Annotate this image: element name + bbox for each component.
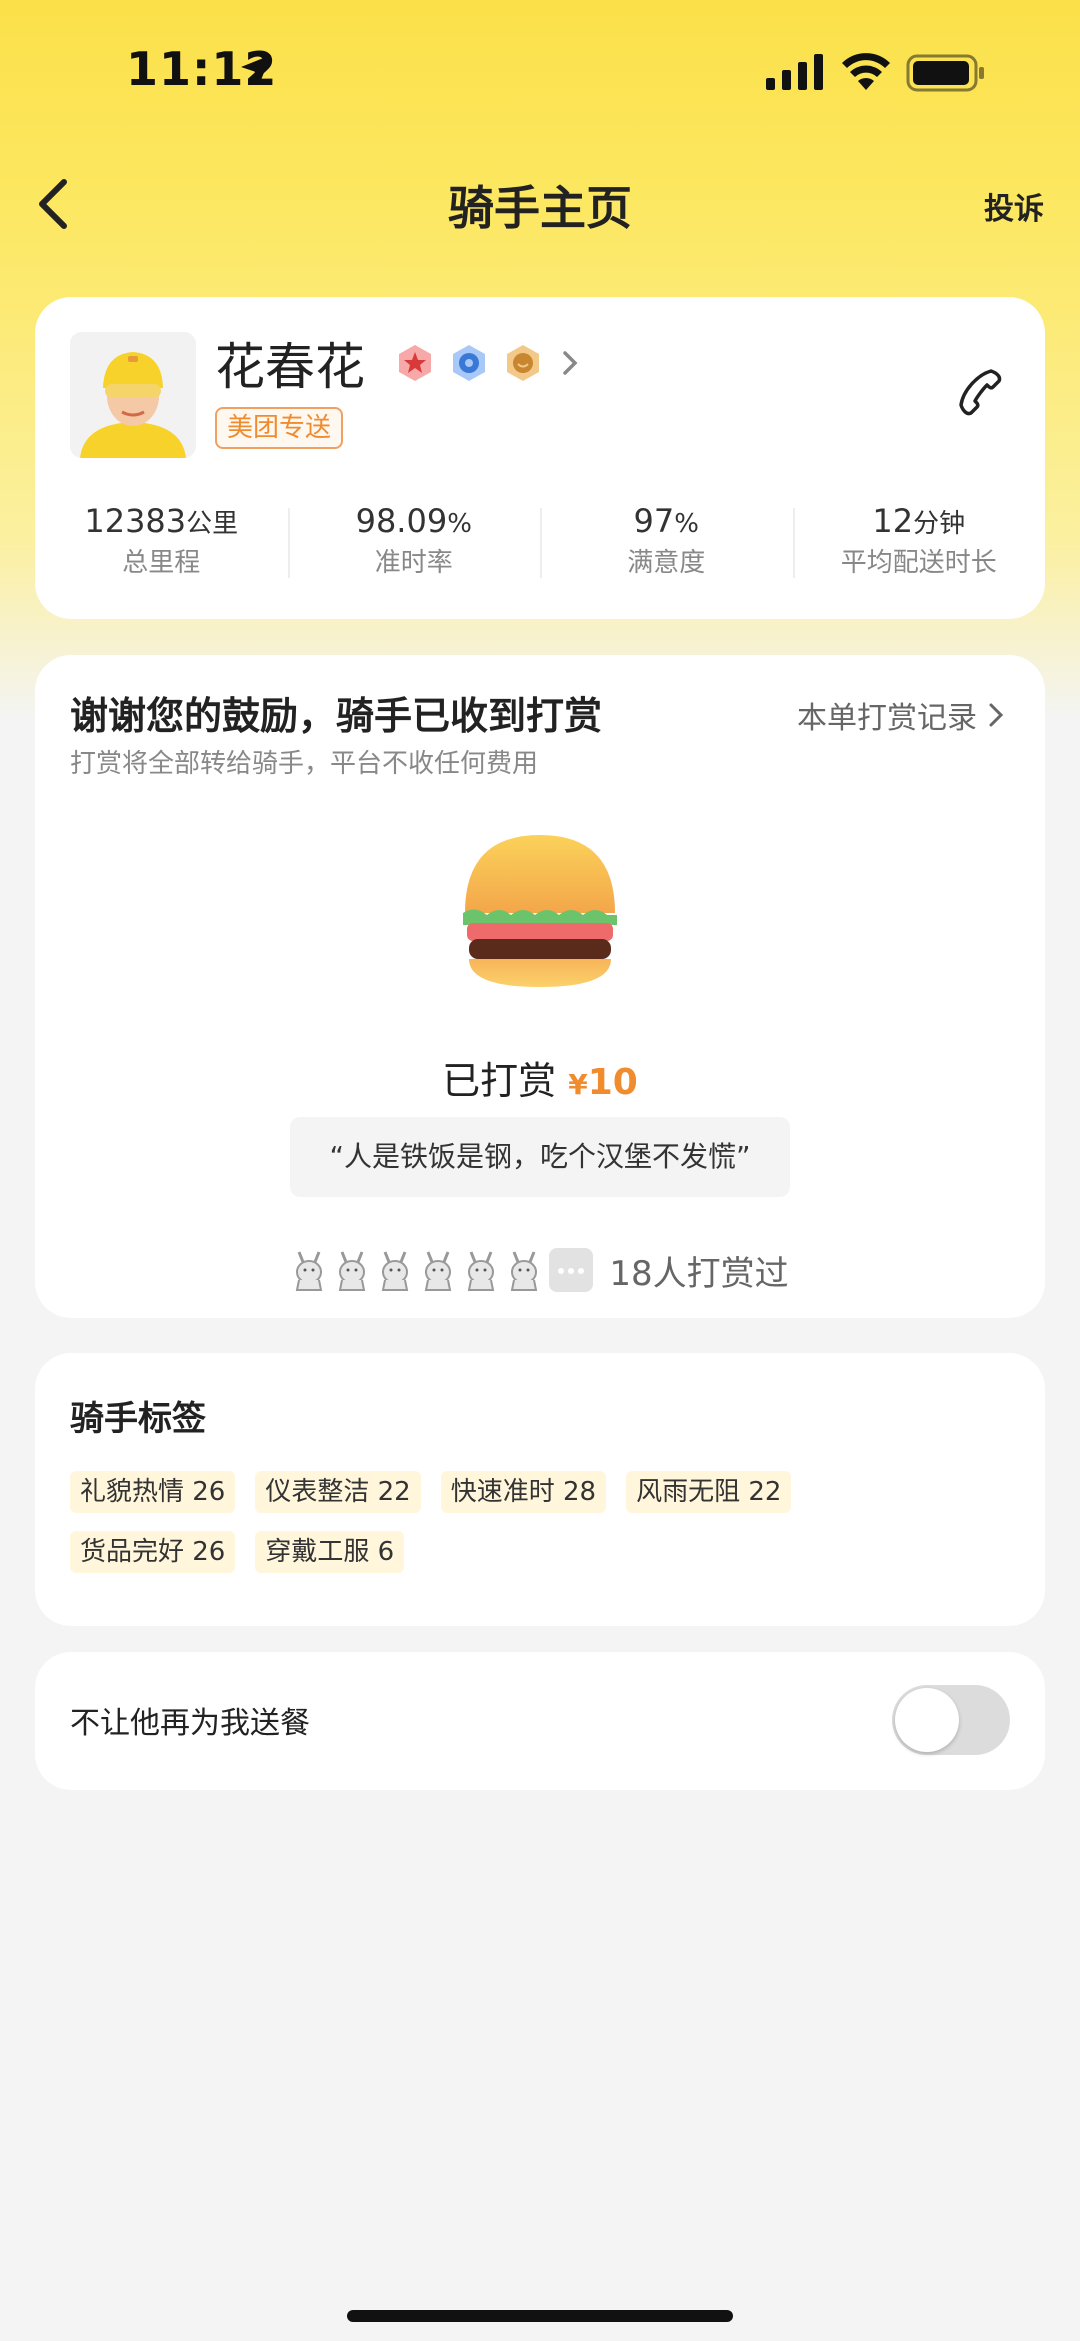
tipped-amount: 已打赏 ¥10	[35, 1050, 1045, 1105]
location-arrow-icon	[241, 55, 271, 85]
tipper-avatar-icon	[382, 1251, 409, 1291]
stat-label: 准时率	[374, 548, 453, 578]
tip-card: 谢谢您的鼓励，骑手已收到打赏 打赏将全部转给骑手，平台不收任何费用 本单打赏记录…	[35, 655, 1045, 1318]
rider-tags-card: 骑手标签 礼貌热情 26 仪表整洁 22 快速准时 28 风雨无阻 22 货品完…	[35, 1353, 1045, 1626]
stat-satisfaction: 97% 满意度	[540, 502, 793, 592]
tipper-count: 18人打赏过	[609, 1253, 789, 1294]
stat-unit: 公里	[186, 509, 239, 539]
wifi-icon	[842, 53, 890, 90]
stat-unit: %	[447, 509, 472, 539]
tipped-label: 已打赏	[442, 1059, 557, 1103]
rider-stats: 12383公里 总里程 98.09% 准时率 97% 满意度 12分钟 平均配送…	[35, 502, 1045, 592]
tag-list: 礼貌热情 26 仪表整洁 22 快速准时 28 风雨无阻 22 货品完好 26 …	[70, 1471, 930, 1591]
tip-record-label: 本单打赏记录	[797, 701, 977, 736]
rider-card: 花春花 美团专送 12383公里 总里程 98.09% 准时率 97% 满意度 …	[35, 297, 1045, 619]
home-indicator[interactable]	[347, 2310, 733, 2322]
badge-list[interactable]	[395, 341, 583, 385]
chevron-right-icon	[563, 351, 578, 375]
delivery-brand-tag: 美团专送	[215, 407, 344, 449]
rider-avatar-icon	[70, 332, 196, 458]
avatar	[70, 332, 196, 458]
stat-ontime: 98.09% 准时率	[287, 502, 541, 592]
page-title: 骑手主页	[448, 181, 632, 235]
rider-tag: 仪表整洁 22	[255, 1471, 421, 1513]
rider-tag: 穿戴工服 6	[255, 1531, 405, 1573]
stat-label: 满意度	[627, 548, 706, 578]
stat-unit: %	[674, 509, 699, 539]
block-rider-card: 不让他再为我送餐	[35, 1652, 1045, 1790]
stat-value: 98.09	[355, 502, 448, 540]
tags-title: 骑手标签	[70, 1399, 206, 1439]
tip-subtitle: 打赏将全部转给骑手，平台不收任何费用	[70, 749, 539, 779]
tipper-avatar-icon	[468, 1251, 495, 1291]
phone-icon[interactable]	[953, 365, 1009, 421]
complain-button[interactable]: 投诉	[984, 184, 1044, 228]
tipper-avatar-icon	[296, 1251, 323, 1291]
more-dots-icon	[549, 1248, 594, 1292]
block-rider-toggle[interactable]	[892, 1685, 1010, 1755]
rider-tag: 礼貌热情 26	[70, 1471, 236, 1513]
stat-unit: 分钟	[913, 509, 966, 539]
rider-tag: 货品完好 26	[70, 1531, 236, 1573]
bronze-badge-icon	[507, 345, 539, 381]
blue-badge-icon	[453, 345, 485, 381]
status-bar: 11:12	[0, 0, 1080, 140]
currency-symbol: ¥	[568, 1068, 588, 1101]
battery-icon	[906, 54, 984, 92]
stat-value: 12	[872, 502, 914, 540]
tipper-list[interactable]: 18人打赏过	[35, 1240, 1045, 1300]
toggle-knob	[895, 1688, 959, 1752]
tip-amount: 10	[587, 1062, 638, 1103]
rider-tag: 快速准时 28	[440, 1471, 607, 1513]
stat-label: 平均配送时长	[840, 548, 997, 578]
stat-distance: 12383公里 总里程	[35, 502, 288, 592]
stat-avg-time: 12分钟 平均配送时长	[792, 502, 1046, 592]
cellular-signal-icon	[766, 54, 823, 90]
tipper-avatar-icon	[511, 1251, 538, 1291]
tipper-avatar-icon	[425, 1251, 452, 1291]
stat-value: 97	[633, 502, 675, 540]
chevron-right-icon	[989, 703, 1004, 727]
tip-quote: “人是铁饭是钢，吃个汉堡不发慌”	[290, 1117, 790, 1197]
red-star-badge-icon	[399, 345, 431, 381]
tipper-avatar-icon	[339, 1251, 366, 1291]
stat-value: 12383	[84, 502, 187, 540]
rider-tag: 风雨无阻 22	[626, 1471, 792, 1513]
tip-record-link[interactable]: 本单打赏记录	[797, 693, 1005, 737]
block-rider-label: 不让他再为我送餐	[70, 1706, 310, 1741]
burger-icon	[463, 835, 617, 987]
stat-label: 总里程	[122, 548, 201, 578]
rider-name: 花春花	[215, 338, 365, 396]
tip-title: 谢谢您的鼓励，骑手已收到打赏	[70, 694, 603, 738]
